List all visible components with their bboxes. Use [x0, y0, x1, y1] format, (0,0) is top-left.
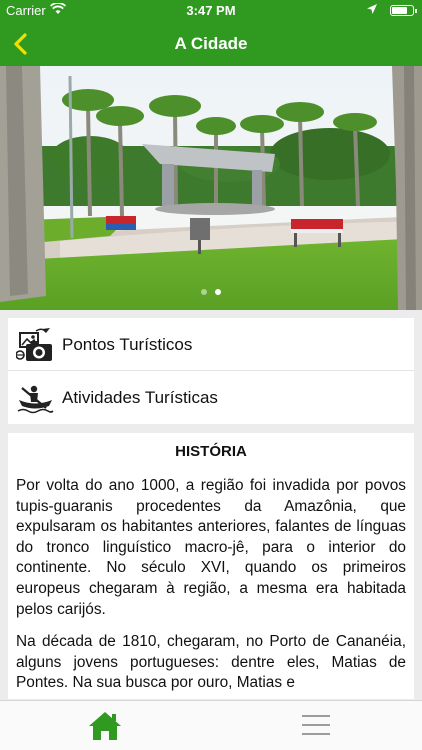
history-paragraph: Por volta do ano 1000, a região foi inva… — [16, 477, 406, 618]
menu-line — [302, 733, 330, 735]
page-title: A Cidade — [174, 34, 248, 53]
carousel-dots[interactable] — [0, 282, 422, 300]
menu-item-label: Pontos Turísticos — [62, 335, 193, 354]
history-card: HISTÓRIA Por volta do ano 1000, a região… — [8, 433, 414, 699]
clock: 3:47 PM — [186, 3, 236, 18]
battery-level — [392, 7, 408, 14]
menu-item-pontos-turisticos[interactable]: Pontos Turísticos — [8, 318, 414, 371]
city-square-photo — [0, 66, 422, 310]
carousel-dot[interactable] — [201, 289, 207, 295]
tourist-spots-icon — [16, 328, 52, 361]
home-icon[interactable] — [88, 710, 122, 742]
top-bar: Carrier 3:47 PM A Cidade — [0, 0, 422, 66]
menu-line — [302, 715, 330, 717]
battery-icon — [390, 5, 417, 16]
tourism-menu: Pontos Turísticos Atividades Turísticas — [8, 318, 414, 424]
battery-tip — [415, 9, 417, 13]
status-bar: Carrier 3:47 PM — [0, 0, 422, 20]
history-title: HISTÓRIA — [175, 443, 247, 460]
location-arrow-icon — [367, 4, 377, 14]
tab-bar — [0, 700, 422, 750]
navigation-bar: A Cidade — [0, 22, 422, 66]
canoe-icon — [17, 385, 54, 414]
hamburger-menu-icon[interactable] — [302, 715, 330, 737]
menu-item-label: Atividades Turísticas — [62, 388, 218, 407]
carousel-dot[interactable] — [215, 289, 221, 295]
city-photo-carousel[interactable] — [0, 66, 422, 310]
history-paragraph: Na década de 1810, chegaram, no Porto de… — [16, 633, 406, 692]
menu-line — [302, 724, 330, 726]
menu-item-atividades-turisticas[interactable]: Atividades Turísticas — [8, 371, 414, 424]
